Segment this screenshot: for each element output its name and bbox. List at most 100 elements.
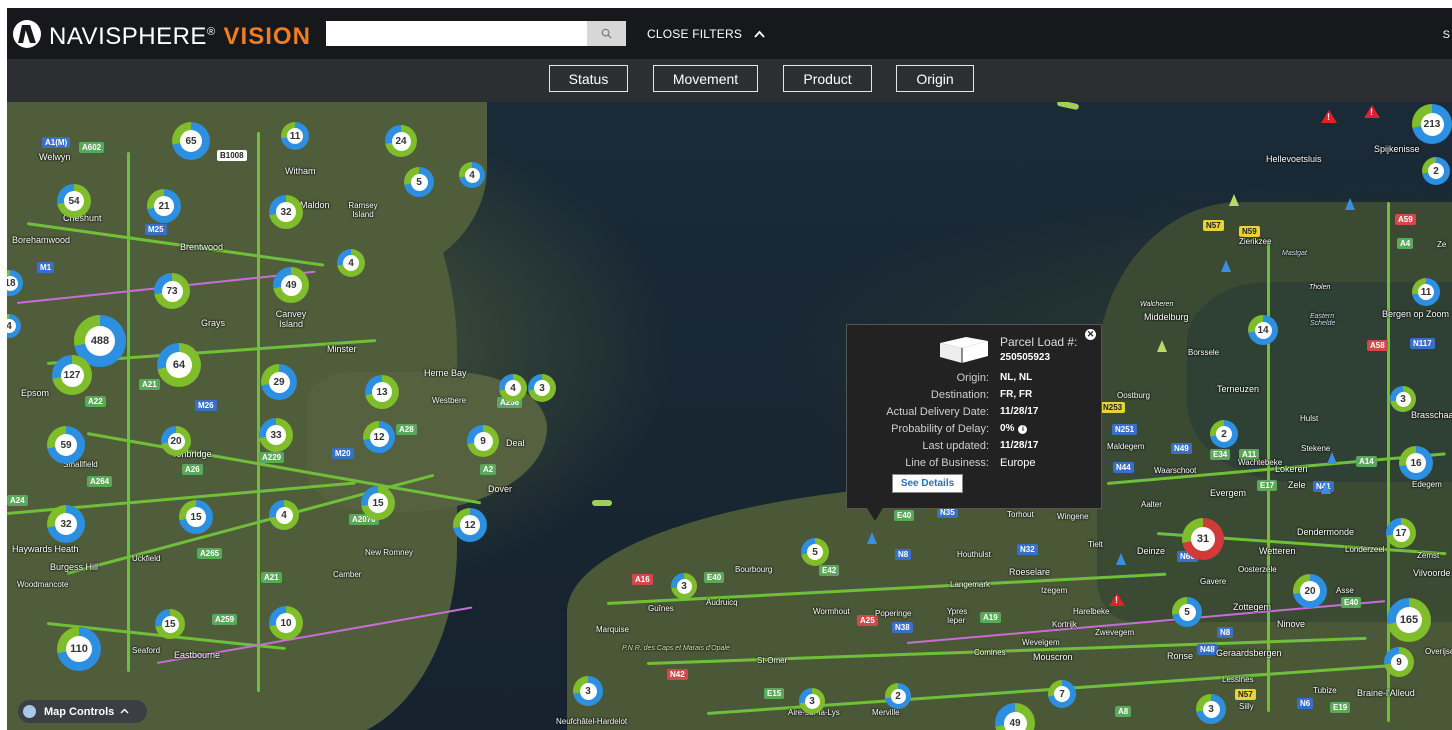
shipment-cluster[interactable]: 15 <box>155 609 185 639</box>
cluster-count: 3 <box>1202 700 1220 718</box>
road-shield: A265 <box>197 548 223 559</box>
shipment-cluster[interactable]: 16 <box>1399 446 1433 480</box>
town-label: Kortrijk <box>1052 620 1077 629</box>
shipment-cluster[interactable]: 10 <box>269 606 303 640</box>
shipment-marker-icon[interactable] <box>867 532 877 544</box>
shipment-cluster[interactable]: 33 <box>259 418 293 452</box>
shipment-cluster[interactable]: 4 <box>269 500 299 530</box>
shipment-cluster[interactable]: 12 <box>363 421 395 453</box>
shipment-cluster[interactable]: 54 <box>57 184 91 218</box>
shipment-cluster[interactable]: 2 <box>1210 420 1238 448</box>
shipment-marker-icon[interactable] <box>1229 194 1239 206</box>
shipment-marker-icon[interactable] <box>1327 452 1337 464</box>
shipment-cluster[interactable]: 32 <box>47 505 85 543</box>
parcel-load-number: 250505923 <box>1000 352 1051 363</box>
alert-warning-icon[interactable] <box>1364 105 1380 118</box>
shipment-cluster[interactable]: 127 <box>52 355 92 395</box>
shipment-marker-icon[interactable] <box>1116 553 1126 565</box>
shipment-cluster[interactable]: 110 <box>57 627 101 671</box>
town-label: Comines <box>974 648 1006 657</box>
shipment-cluster[interactable]: 4 <box>499 374 527 402</box>
shipment-marker-icon[interactable] <box>1157 340 1167 352</box>
close-filters-toggle[interactable]: CLOSE FILTERS <box>647 27 765 41</box>
alert-warning-icon[interactable] <box>1109 593 1125 606</box>
shipment-cluster[interactable]: 31 <box>1182 518 1224 560</box>
town-label: Izegem <box>1041 586 1068 595</box>
town-label: Eastern Schelde <box>1310 313 1336 327</box>
close-icon[interactable]: ✕ <box>1085 329 1096 340</box>
shipment-marker-icon[interactable] <box>1345 198 1355 210</box>
row-value: 0% <box>1000 423 1015 434</box>
filter-origin-button[interactable]: Origin <box>896 65 974 92</box>
road-shield: A16 <box>632 574 653 585</box>
map-view[interactable]: A1(M) A602 B1008 M25 M1 A21 A22 M26 A28 … <box>7 102 1452 730</box>
town-label: Witham <box>285 166 316 176</box>
shipment-cluster[interactable]: 2 <box>885 683 911 709</box>
user-menu[interactable]: S <box>1443 29 1450 41</box>
shipment-cluster[interactable]: 3 <box>1196 694 1226 724</box>
shipment-cluster[interactable]: 3 <box>573 676 603 706</box>
shipment-cluster[interactable]: 3 <box>1390 386 1416 412</box>
shipment-cluster[interactable]: 165 <box>1387 598 1431 642</box>
town-label: Asse <box>1336 586 1354 595</box>
shipment-cluster[interactable]: 4 <box>337 249 365 277</box>
shipment-cluster[interactable]: 5 <box>404 167 434 197</box>
shipment-cluster[interactable]: 13 <box>365 375 399 409</box>
shipment-cluster[interactable]: 21 <box>147 189 181 223</box>
town-label: Silly <box>1239 702 1254 711</box>
shipment-cluster[interactable]: 5 <box>1172 597 1202 627</box>
shipment-cluster[interactable]: 11 <box>281 122 309 150</box>
search-input[interactable] <box>326 21 587 46</box>
town-label: Tubize <box>1313 686 1337 695</box>
ship-icon[interactable] <box>592 500 612 506</box>
road-shield: N251 <box>1112 424 1138 435</box>
shipment-cluster[interactable]: 3 <box>528 374 556 402</box>
shipment-cluster[interactable]: 9 <box>1384 647 1414 677</box>
cluster-count: 110 <box>66 636 92 662</box>
shipment-cluster[interactable]: 11 <box>1412 278 1440 306</box>
shipment-cluster[interactable]: 12 <box>453 508 487 542</box>
alert-warning-icon[interactable] <box>1321 110 1337 123</box>
cluster-count: 7 <box>1054 686 1070 702</box>
town-label: St-Omer <box>757 656 788 665</box>
road-shield: B1008 <box>217 150 247 161</box>
shipment-cluster[interactable]: 4 <box>459 162 485 188</box>
filter-movement-button[interactable]: Movement <box>653 65 758 92</box>
shipment-cluster[interactable]: 5 <box>801 538 829 566</box>
map-controls-button[interactable]: Map Controls <box>18 700 147 723</box>
shipment-cluster[interactable]: 24 <box>385 125 417 157</box>
shipment-cluster[interactable]: 2 <box>1422 157 1450 185</box>
shipment-cluster[interactable]: 20 <box>1293 574 1327 608</box>
shipment-cluster[interactable]: 32 <box>269 195 303 229</box>
ship-icon[interactable] <box>1056 102 1080 111</box>
town-label: Borssele <box>1188 348 1220 357</box>
shipment-cluster[interactable]: 20 <box>161 426 191 456</box>
filter-product-button[interactable]: Product <box>783 65 872 92</box>
shipment-cluster[interactable]: 15 <box>179 500 213 534</box>
filter-status-button[interactable]: Status <box>549 65 628 92</box>
info-icon[interactable]: i <box>1018 425 1028 434</box>
shipment-cluster[interactable]: 17 <box>1386 518 1416 548</box>
shipment-cluster[interactable]: 15 <box>361 486 395 520</box>
cluster-count: 24 <box>391 131 411 151</box>
shipment-cluster[interactable]: 3 <box>799 688 825 714</box>
shipment-cluster[interactable]: 73 <box>154 273 190 309</box>
shipment-cluster[interactable]: 65 <box>172 122 210 160</box>
shipment-cluster[interactable]: 49 <box>273 267 309 303</box>
search-button[interactable] <box>587 21 626 46</box>
town-label: Oosterzele <box>1238 565 1277 574</box>
shipment-cluster[interactable]: 59 <box>47 426 85 464</box>
brand-logo[interactable]: NAVISPHERE® VISION <box>13 20 311 50</box>
shipment-cluster[interactable]: 9 <box>467 425 499 457</box>
shipment-cluster[interactable]: 7 <box>1048 680 1076 708</box>
shipment-cluster[interactable]: 14 <box>1248 315 1278 345</box>
road-shield: E15 <box>764 688 785 699</box>
shipment-cluster[interactable]: 213 <box>1412 104 1452 144</box>
see-details-button[interactable]: See Details <box>892 474 963 493</box>
shipment-cluster[interactable]: 64 <box>157 343 201 387</box>
shipment-marker-icon[interactable] <box>1321 482 1331 494</box>
shipment-cluster[interactable]: 29 <box>261 364 297 400</box>
town-label: Dendermonde <box>1297 527 1355 537</box>
shipment-cluster[interactable]: 3 <box>671 573 697 599</box>
shipment-marker-icon[interactable] <box>1221 260 1231 272</box>
